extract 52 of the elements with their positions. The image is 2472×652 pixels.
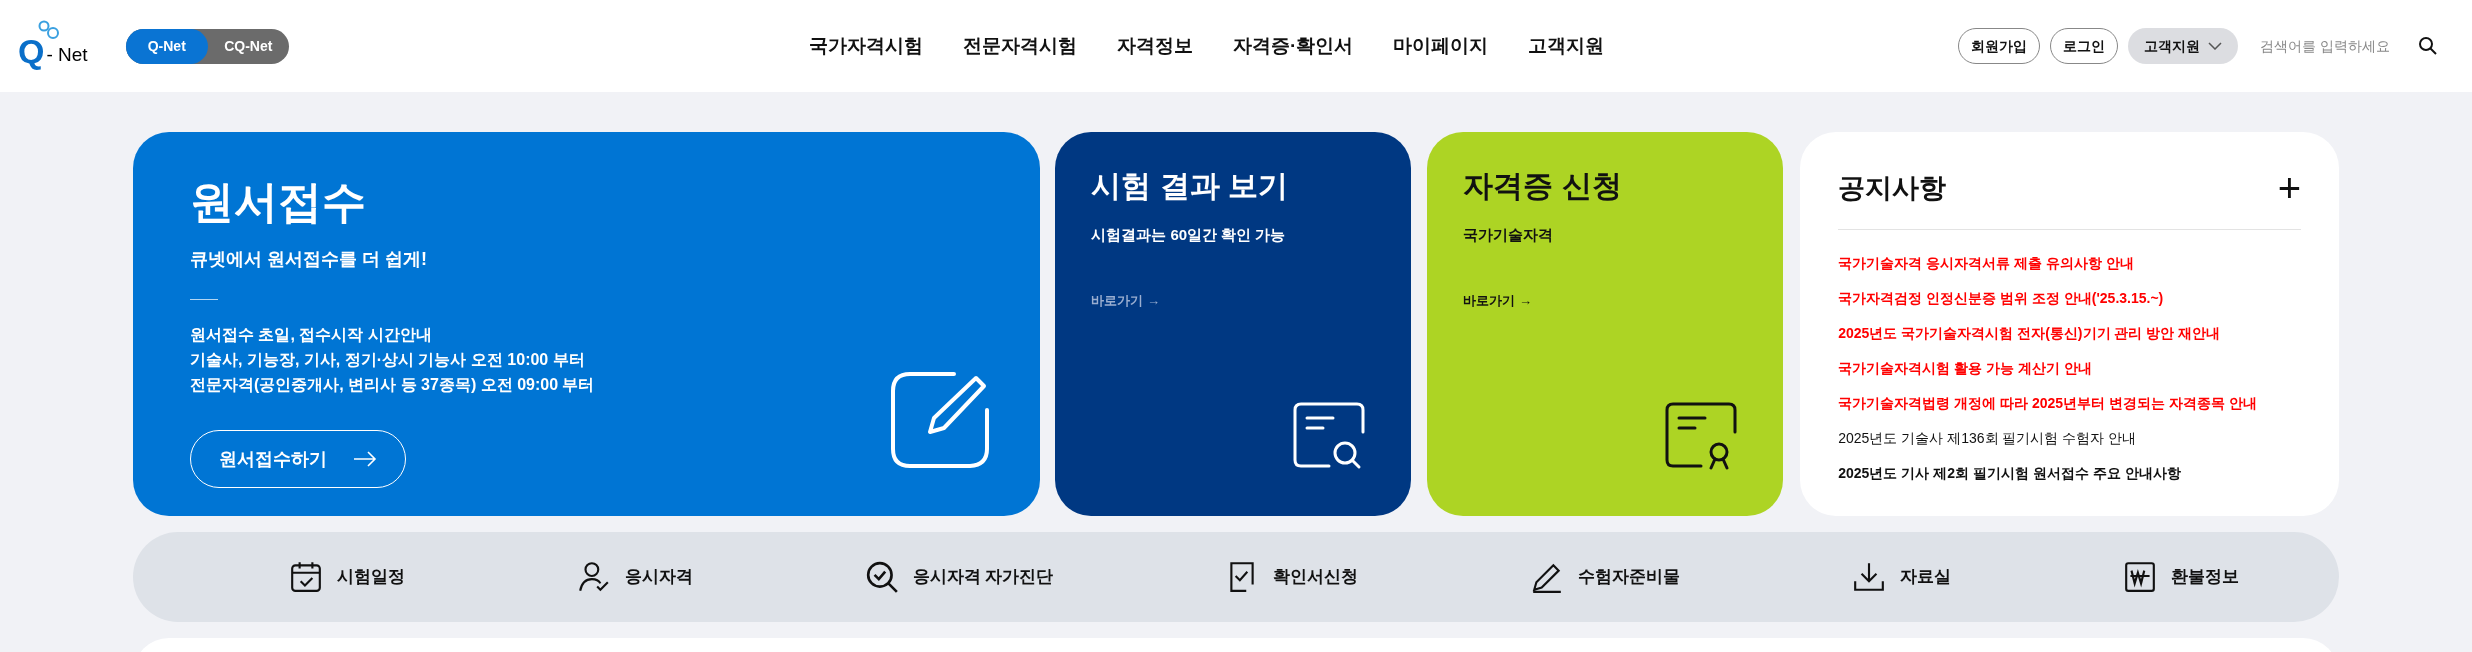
edit-icon xyxy=(890,372,991,468)
notice-link[interactable]: 2025년도 기사 제2회 필기시험 원서접수 주요 안내사항 xyxy=(1838,461,2301,484)
quick-link[interactable]: 환불정보 xyxy=(2171,564,2239,590)
header-button[interactable]: 로그인 xyxy=(2050,28,2118,64)
notice-link[interactable]: 국가기술자격시험 활용 가능 계산기 안내 xyxy=(1838,356,2301,379)
person-check-icon[interactable] xyxy=(576,560,611,594)
site-tab[interactable]: Q-Net xyxy=(126,28,208,64)
quick-link[interactable]: 응시자격 xyxy=(624,564,693,590)
nav-link[interactable]: 마이페이지 xyxy=(1393,31,1489,61)
card-subtitle: 시험결과는 60일간 확인 가능 xyxy=(1091,225,1287,245)
notice-title: 공지사항 xyxy=(1838,172,1947,205)
card-title: 원서접수 xyxy=(190,176,367,228)
quick-link[interactable]: 확인서신청 xyxy=(1273,564,1359,590)
notice-link[interactable]: 국가자격검정 인정신분증 범위 조정 안내('25.3.15.~) xyxy=(1838,286,2301,309)
chevron-down-icon xyxy=(2208,42,2222,50)
search-icon[interactable] xyxy=(2418,36,2438,56)
nav-link[interactable]: 고객지원 xyxy=(1528,31,1605,61)
more-button[interactable]: + xyxy=(2277,173,2301,204)
info-text: 전문자격(공인중개사, 변리사 등 37종목) 오전 09:00 부터 xyxy=(190,375,596,395)
search-check-icon[interactable] xyxy=(864,560,899,594)
card-title: 자격증 신청 xyxy=(1463,168,1623,204)
card-subtitle: 큐넷에서 원서접수를 더 쉽게! xyxy=(190,248,428,271)
quick-link[interactable]: 수험자준비물 xyxy=(1578,564,1681,590)
won-document-icon[interactable] xyxy=(2123,560,2157,594)
logo-mark[interactable]: Q xyxy=(18,34,45,68)
quick-link[interactable]: 응시자격 자가진단 xyxy=(912,564,1054,590)
calendar-check-icon[interactable] xyxy=(289,560,323,594)
logo-bubbles-icon xyxy=(38,20,60,40)
nav-link[interactable]: 국가자격시험 xyxy=(809,31,923,61)
site-tab[interactable]: CQ-Net xyxy=(207,28,289,64)
arrow-right-icon xyxy=(353,451,377,467)
download-icon[interactable] xyxy=(1852,560,1887,594)
quick-link[interactable]: 자료실 xyxy=(1900,564,1952,590)
nav-link[interactable]: 전문자격시험 xyxy=(963,31,1077,61)
notice-link[interactable]: 2025년도 기술사 제136회 필기시험 수험자 안내 xyxy=(1838,426,2301,449)
support-dropdown[interactable]: 고객지원 xyxy=(2128,28,2238,64)
logo-text[interactable]: - Net xyxy=(46,42,88,68)
nav-link[interactable]: 자격정보 xyxy=(1117,31,1193,61)
info-text: 기술사, 기능장, 기사, 정기·상시 기능사 오전 10:00 부터 xyxy=(190,350,586,370)
shortcut-link[interactable]: 바로가기 → xyxy=(1463,290,1532,310)
notice-link[interactable]: 2025년도 국가기술자격시험 전자(통신)기기 관리 방안 재안내 xyxy=(1838,321,2301,344)
certificate-icon xyxy=(1665,402,1738,472)
info-text: 원서접수 초일, 접수시작 시간안내 xyxy=(190,325,433,345)
card-title: 시험 결과 보기 xyxy=(1091,168,1289,204)
notice-link[interactable]: 국가기술자격 응시자격서류 제출 유의사항 안내 xyxy=(1838,251,2301,274)
header-button[interactable]: 회원가입 xyxy=(1958,28,2040,64)
card-subtitle: 국가기술자격 xyxy=(1463,225,1555,245)
shortcut-link[interactable]: 바로가기 → xyxy=(1091,290,1160,310)
search-field[interactable]: 검색어를 입력하세요 xyxy=(2260,35,2410,57)
quick-link[interactable]: 시험일정 xyxy=(337,564,405,590)
nav-link[interactable]: 자격증·확인서 xyxy=(1233,31,1354,61)
notice-link[interactable]: 국가기술자격법령 개정에 따라 2025년부터 변경되는 자격종목 안내 xyxy=(1838,391,2301,414)
